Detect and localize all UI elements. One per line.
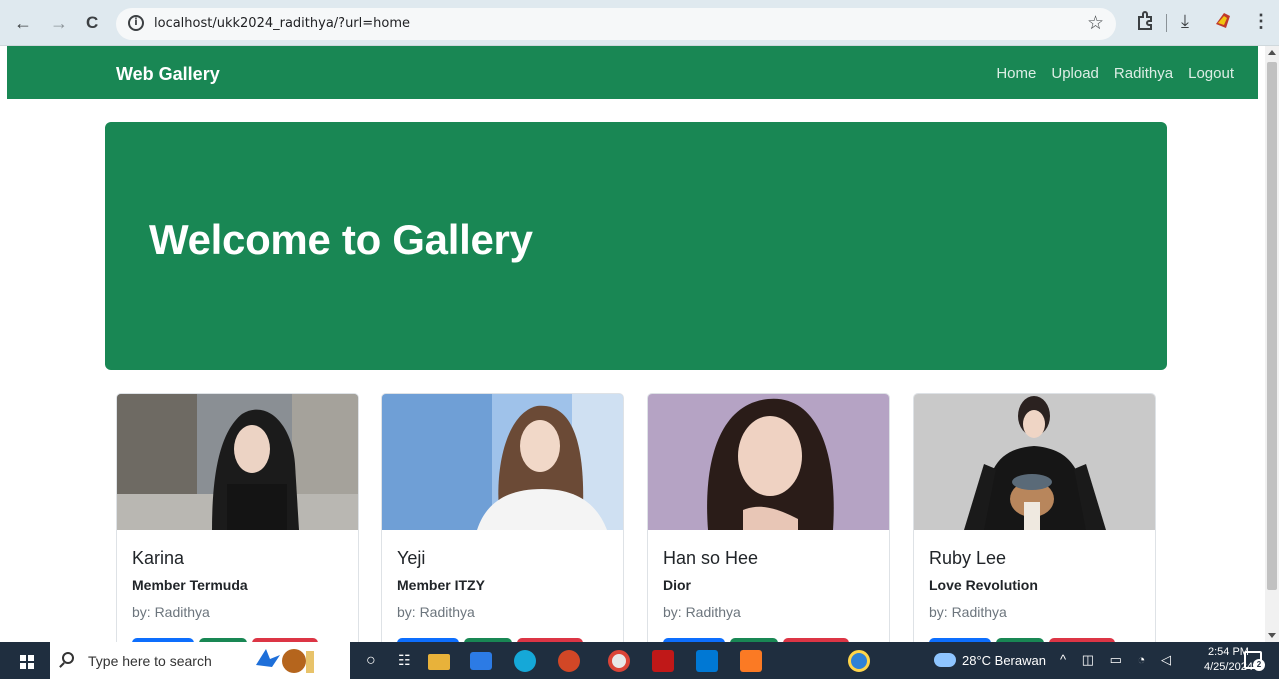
scrollbar-thumb[interactable]	[1267, 62, 1277, 590]
nav-links: Home Upload Radithya Logout	[996, 65, 1234, 82]
notification-icon[interactable]: 2	[1244, 651, 1265, 671]
nav-link-upload[interactable]: Upload	[1051, 65, 1099, 82]
download-icon[interactable]: ⤓	[1181, 11, 1189, 32]
gallery-card: Karina Member Termuda by: Radithya	[116, 393, 359, 642]
card-subtitle: Love Revolution	[929, 577, 1038, 593]
weather-cloud-icon	[934, 653, 956, 667]
store-icon[interactable]	[470, 652, 492, 670]
card-author: by: Radithya	[397, 604, 475, 620]
url-text[interactable]: localhost/ukk2024_radithya/?url=home	[154, 16, 410, 31]
card-author: by: Radithya	[663, 604, 741, 620]
mcafee-icon[interactable]	[652, 650, 674, 672]
card-photo	[117, 394, 358, 530]
weather-text: 28°C Berawan	[962, 653, 1046, 668]
gallery-card: Yeji Member ITZY by: Radithya	[381, 393, 624, 642]
card-photo	[648, 394, 889, 530]
hero-title: Welcome to Gallery	[149, 216, 533, 263]
powerpoint-icon[interactable]	[558, 650, 580, 672]
search-highlight-icon[interactable]	[246, 645, 334, 677]
windows-start-icon[interactable]	[20, 655, 34, 669]
task-view-icon[interactable]: ☷	[398, 652, 420, 674]
card-subtitle: Member ITZY	[397, 577, 485, 593]
page-viewport: Web Gallery Home Upload Radithya Logout …	[0, 46, 1265, 642]
scroll-down-arrow-icon[interactable]	[1268, 633, 1276, 638]
bookmark-star-icon[interactable]: ☆	[1087, 12, 1104, 35]
edge-icon[interactable]	[514, 650, 536, 672]
weather-widget[interactable]: 28°C Berawan	[934, 653, 1046, 668]
system-tray-icons[interactable]: ^ ◫ ▭ ◔ ◁	[1060, 652, 1177, 668]
browser-toolbar: ← → C i localhost/ukk2024_radithya/?url=…	[0, 0, 1279, 46]
windows-taskbar: Type here to search ○ ☷ 28°C Berawan ^ ◫…	[0, 642, 1279, 679]
file-explorer-icon[interactable]	[428, 654, 450, 670]
gallery-card: Ruby Lee Love Revolution by: Radithya	[913, 393, 1156, 642]
menu-icon[interactable]: ⋮	[1252, 11, 1270, 32]
navbar-brand[interactable]: Web Gallery	[116, 64, 220, 85]
card-title: Ruby Lee	[929, 548, 1007, 568]
vscode-icon[interactable]	[696, 650, 718, 672]
profile-icon[interactable]	[1212, 10, 1234, 32]
site-navbar: Web Gallery Home Upload Radithya Logout	[7, 46, 1258, 99]
card-title: Karina	[132, 548, 185, 568]
card-title: Yeji	[397, 548, 426, 568]
gallery-card: Han so Hee Dior by: Radithya	[647, 393, 890, 642]
search-placeholder[interactable]: Type here to search	[88, 653, 212, 669]
nav-link-logout[interactable]: Logout	[1188, 65, 1234, 82]
nav-link-profile[interactable]: Radithya	[1114, 65, 1173, 82]
notification-count: 2	[1253, 659, 1265, 671]
forward-arrow-icon[interactable]: →	[50, 14, 68, 32]
nav-link-home[interactable]: Home	[996, 65, 1036, 82]
toolbar-divider	[1166, 14, 1167, 32]
site-info-icon[interactable]: i	[128, 15, 144, 31]
help-icon[interactable]	[848, 650, 870, 672]
page-scrollbar[interactable]	[1265, 46, 1279, 642]
search-icon	[62, 652, 74, 664]
hero-banner: Welcome to Gallery	[105, 122, 1167, 370]
scroll-up-arrow-icon[interactable]	[1268, 50, 1276, 55]
chrome-icon[interactable]	[608, 650, 630, 672]
extensions-icon[interactable]	[1136, 10, 1156, 32]
back-arrow-icon[interactable]: ←	[14, 14, 32, 32]
xampp-icon[interactable]	[740, 650, 762, 672]
taskbar-search[interactable]: Type here to search	[50, 642, 350, 679]
card-photo	[382, 394, 623, 530]
card-author: by: Radithya	[132, 604, 210, 620]
reload-icon[interactable]: C	[86, 14, 98, 32]
card-subtitle: Member Termuda	[132, 577, 248, 593]
card-title: Han so Hee	[663, 548, 759, 568]
card-photo	[914, 394, 1155, 530]
card-author: by: Radithya	[929, 604, 1007, 620]
address-bar[interactable]: i localhost/ukk2024_radithya/?url=home ☆	[116, 8, 1116, 40]
card-subtitle: Dior	[663, 577, 691, 593]
cortana-icon[interactable]: ○	[366, 652, 388, 674]
